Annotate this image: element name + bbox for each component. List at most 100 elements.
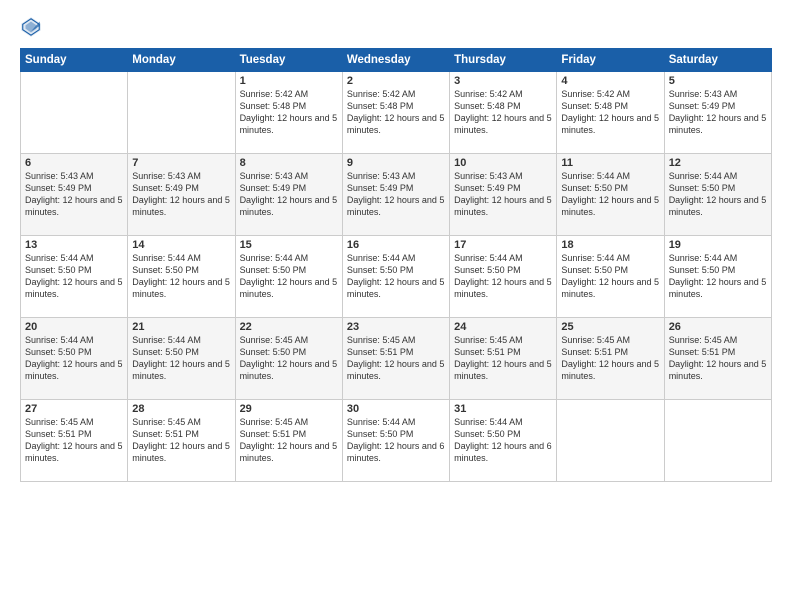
cell-content: Sunrise: 5:42 AM Sunset: 5:48 PM Dayligh… (347, 88, 445, 137)
day-number: 29 (240, 403, 338, 415)
calendar-cell: 31Sunrise: 5:44 AM Sunset: 5:50 PM Dayli… (450, 400, 557, 482)
calendar-cell: 12Sunrise: 5:44 AM Sunset: 5:50 PM Dayli… (664, 154, 771, 236)
generalblue-icon (20, 16, 42, 38)
calendar-cell: 26Sunrise: 5:45 AM Sunset: 5:51 PM Dayli… (664, 318, 771, 400)
calendar-cell: 17Sunrise: 5:44 AM Sunset: 5:50 PM Dayli… (450, 236, 557, 318)
day-number: 18 (561, 239, 659, 251)
calendar-cell: 20Sunrise: 5:44 AM Sunset: 5:50 PM Dayli… (21, 318, 128, 400)
day-number: 22 (240, 321, 338, 333)
day-number: 7 (132, 157, 230, 169)
calendar-cell: 28Sunrise: 5:45 AM Sunset: 5:51 PM Dayli… (128, 400, 235, 482)
calendar-cell: 18Sunrise: 5:44 AM Sunset: 5:50 PM Dayli… (557, 236, 664, 318)
day-number: 8 (240, 157, 338, 169)
cell-content: Sunrise: 5:45 AM Sunset: 5:51 PM Dayligh… (132, 416, 230, 465)
cell-content: Sunrise: 5:45 AM Sunset: 5:51 PM Dayligh… (454, 334, 552, 383)
calendar-header-row: SundayMondayTuesdayWednesdayThursdayFrid… (21, 49, 772, 72)
calendar-cell: 9Sunrise: 5:43 AM Sunset: 5:49 PM Daylig… (342, 154, 449, 236)
day-number: 2 (347, 75, 445, 87)
calendar-cell: 7Sunrise: 5:43 AM Sunset: 5:49 PM Daylig… (128, 154, 235, 236)
calendar-cell: 21Sunrise: 5:44 AM Sunset: 5:50 PM Dayli… (128, 318, 235, 400)
cell-content: Sunrise: 5:44 AM Sunset: 5:50 PM Dayligh… (561, 252, 659, 301)
day-number: 28 (132, 403, 230, 415)
calendar-cell: 27Sunrise: 5:45 AM Sunset: 5:51 PM Dayli… (21, 400, 128, 482)
cell-content: Sunrise: 5:45 AM Sunset: 5:51 PM Dayligh… (669, 334, 767, 383)
weekday-header: Tuesday (235, 49, 342, 72)
logo (20, 16, 46, 38)
weekday-header: Wednesday (342, 49, 449, 72)
cell-content: Sunrise: 5:44 AM Sunset: 5:50 PM Dayligh… (347, 416, 445, 465)
cell-content: Sunrise: 5:45 AM Sunset: 5:51 PM Dayligh… (240, 416, 338, 465)
day-number: 1 (240, 75, 338, 87)
day-number: 14 (132, 239, 230, 251)
calendar-week-row: 1Sunrise: 5:42 AM Sunset: 5:48 PM Daylig… (21, 72, 772, 154)
day-number: 6 (25, 157, 123, 169)
calendar-cell: 23Sunrise: 5:45 AM Sunset: 5:51 PM Dayli… (342, 318, 449, 400)
day-number: 3 (454, 75, 552, 87)
cell-content: Sunrise: 5:43 AM Sunset: 5:49 PM Dayligh… (669, 88, 767, 137)
weekday-header: Monday (128, 49, 235, 72)
calendar-week-row: 13Sunrise: 5:44 AM Sunset: 5:50 PM Dayli… (21, 236, 772, 318)
calendar-cell (21, 72, 128, 154)
weekday-header: Thursday (450, 49, 557, 72)
day-number: 27 (25, 403, 123, 415)
day-number: 12 (669, 157, 767, 169)
cell-content: Sunrise: 5:44 AM Sunset: 5:50 PM Dayligh… (132, 334, 230, 383)
day-number: 24 (454, 321, 552, 333)
calendar-cell: 8Sunrise: 5:43 AM Sunset: 5:49 PM Daylig… (235, 154, 342, 236)
cell-content: Sunrise: 5:42 AM Sunset: 5:48 PM Dayligh… (561, 88, 659, 137)
cell-content: Sunrise: 5:43 AM Sunset: 5:49 PM Dayligh… (132, 170, 230, 219)
cell-content: Sunrise: 5:44 AM Sunset: 5:50 PM Dayligh… (25, 252, 123, 301)
day-number: 21 (132, 321, 230, 333)
calendar-cell: 16Sunrise: 5:44 AM Sunset: 5:50 PM Dayli… (342, 236, 449, 318)
calendar-cell: 5Sunrise: 5:43 AM Sunset: 5:49 PM Daylig… (664, 72, 771, 154)
day-number: 23 (347, 321, 445, 333)
cell-content: Sunrise: 5:44 AM Sunset: 5:50 PM Dayligh… (669, 252, 767, 301)
cell-content: Sunrise: 5:43 AM Sunset: 5:49 PM Dayligh… (25, 170, 123, 219)
day-number: 26 (669, 321, 767, 333)
cell-content: Sunrise: 5:43 AM Sunset: 5:49 PM Dayligh… (240, 170, 338, 219)
cell-content: Sunrise: 5:45 AM Sunset: 5:51 PM Dayligh… (561, 334, 659, 383)
cell-content: Sunrise: 5:42 AM Sunset: 5:48 PM Dayligh… (454, 88, 552, 137)
page: SundayMondayTuesdayWednesdayThursdayFrid… (0, 0, 792, 612)
cell-content: Sunrise: 5:42 AM Sunset: 5:48 PM Dayligh… (240, 88, 338, 137)
day-number: 16 (347, 239, 445, 251)
calendar-cell: 24Sunrise: 5:45 AM Sunset: 5:51 PM Dayli… (450, 318, 557, 400)
calendar-cell: 22Sunrise: 5:45 AM Sunset: 5:50 PM Dayli… (235, 318, 342, 400)
cell-content: Sunrise: 5:45 AM Sunset: 5:50 PM Dayligh… (240, 334, 338, 383)
day-number: 13 (25, 239, 123, 251)
calendar-cell (128, 72, 235, 154)
calendar-cell: 11Sunrise: 5:44 AM Sunset: 5:50 PM Dayli… (557, 154, 664, 236)
cell-content: Sunrise: 5:44 AM Sunset: 5:50 PM Dayligh… (454, 252, 552, 301)
calendar-cell: 13Sunrise: 5:44 AM Sunset: 5:50 PM Dayli… (21, 236, 128, 318)
calendar-cell: 2Sunrise: 5:42 AM Sunset: 5:48 PM Daylig… (342, 72, 449, 154)
day-number: 31 (454, 403, 552, 415)
calendar-cell: 15Sunrise: 5:44 AM Sunset: 5:50 PM Dayli… (235, 236, 342, 318)
cell-content: Sunrise: 5:45 AM Sunset: 5:51 PM Dayligh… (347, 334, 445, 383)
day-number: 17 (454, 239, 552, 251)
calendar-cell: 3Sunrise: 5:42 AM Sunset: 5:48 PM Daylig… (450, 72, 557, 154)
calendar-cell: 29Sunrise: 5:45 AM Sunset: 5:51 PM Dayli… (235, 400, 342, 482)
calendar-week-row: 20Sunrise: 5:44 AM Sunset: 5:50 PM Dayli… (21, 318, 772, 400)
cell-content: Sunrise: 5:44 AM Sunset: 5:50 PM Dayligh… (454, 416, 552, 465)
day-number: 25 (561, 321, 659, 333)
calendar-cell: 14Sunrise: 5:44 AM Sunset: 5:50 PM Dayli… (128, 236, 235, 318)
cell-content: Sunrise: 5:43 AM Sunset: 5:49 PM Dayligh… (347, 170, 445, 219)
weekday-header: Saturday (664, 49, 771, 72)
calendar-week-row: 6Sunrise: 5:43 AM Sunset: 5:49 PM Daylig… (21, 154, 772, 236)
calendar-cell: 6Sunrise: 5:43 AM Sunset: 5:49 PM Daylig… (21, 154, 128, 236)
cell-content: Sunrise: 5:44 AM Sunset: 5:50 PM Dayligh… (240, 252, 338, 301)
header (20, 16, 772, 38)
cell-content: Sunrise: 5:44 AM Sunset: 5:50 PM Dayligh… (347, 252, 445, 301)
day-number: 11 (561, 157, 659, 169)
day-number: 5 (669, 75, 767, 87)
day-number: 9 (347, 157, 445, 169)
day-number: 15 (240, 239, 338, 251)
day-number: 19 (669, 239, 767, 251)
cell-content: Sunrise: 5:43 AM Sunset: 5:49 PM Dayligh… (454, 170, 552, 219)
cell-content: Sunrise: 5:44 AM Sunset: 5:50 PM Dayligh… (561, 170, 659, 219)
calendar-week-row: 27 Sunrise: 5:45 AM Sunset: 5:51 PM Dayli… (21, 400, 772, 482)
day-number: 10 (454, 157, 552, 169)
calendar-cell: 1Sunrise: 5:42 AM Sunset: 5:48 PM Daylig… (235, 72, 342, 154)
cell-content: Sunrise: 5:44 AM Sunset: 5:50 PM Dayligh… (132, 252, 230, 301)
calendar-table: SundayMondayTuesdayWednesdayThursdayFrid… (20, 48, 772, 482)
